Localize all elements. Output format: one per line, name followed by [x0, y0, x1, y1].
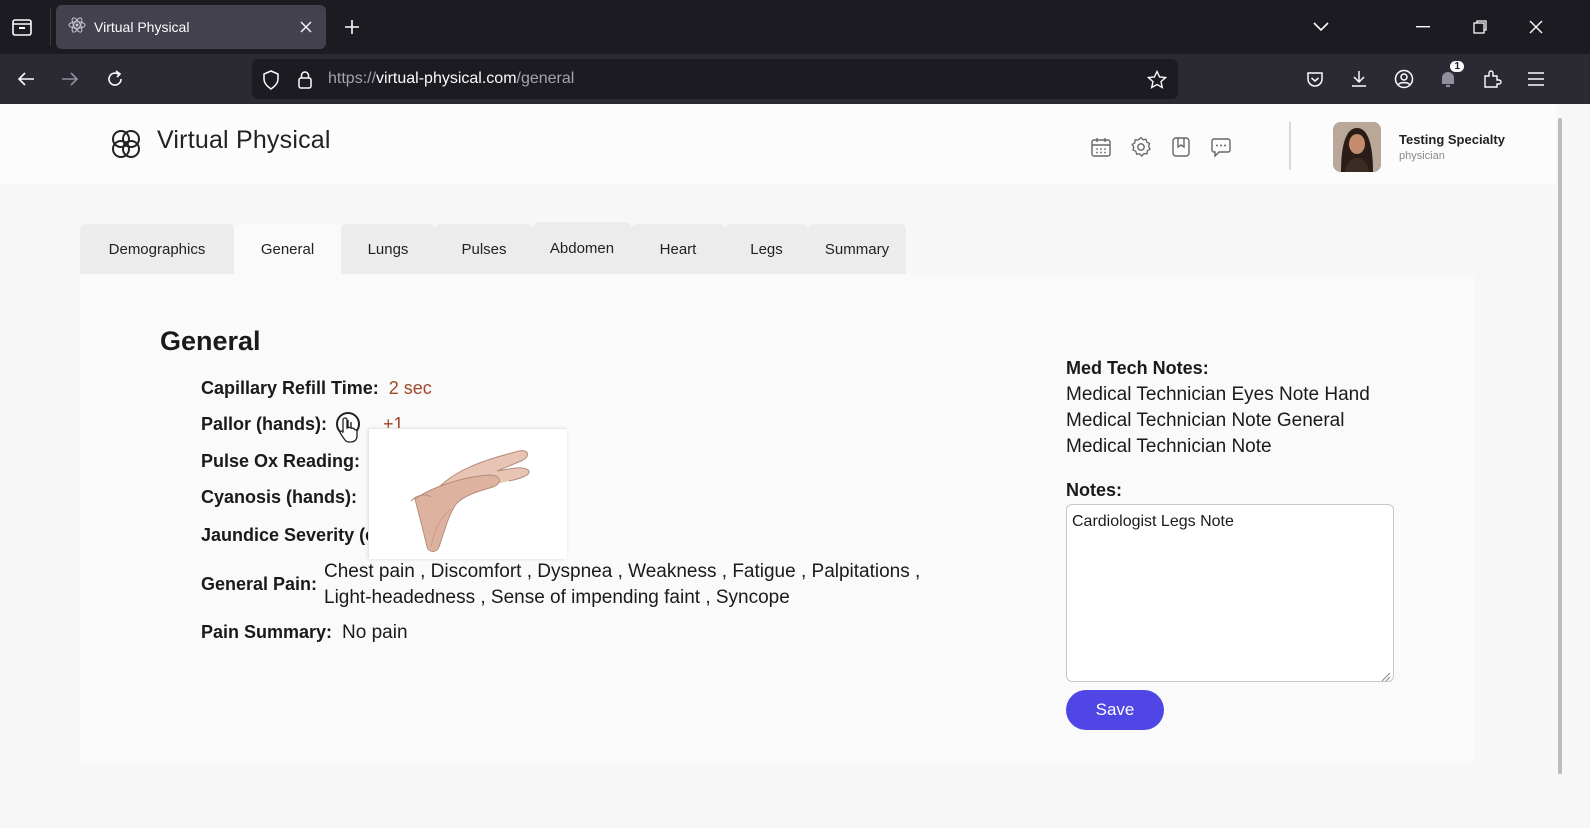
tab-demographics[interactable]: Demographics [80, 224, 234, 274]
hand-image-popup [368, 428, 567, 559]
new-tab-icon[interactable] [340, 15, 364, 39]
tab-lungs[interactable]: Lungs [341, 224, 435, 274]
user-name[interactable]: Testing Specialty [1399, 132, 1505, 147]
med-tech-note-1: Medical Technician Eyes Note Hand [1066, 384, 1370, 405]
notification-badge: 1 [1450, 61, 1464, 72]
close-window-icon[interactable] [1523, 14, 1549, 40]
tab-pulses[interactable]: Pulses [435, 224, 533, 274]
browser-tab[interactable]: Virtual Physical [56, 5, 326, 49]
shield-icon[interactable] [260, 69, 282, 91]
browser-tab-title: Virtual Physical [94, 19, 190, 35]
general-pain-line-1: Chest pain , Discomfort , Dyspnea , Weak… [324, 561, 921, 582]
menu-icon[interactable] [1522, 65, 1550, 93]
chat-icon[interactable] [1208, 134, 1234, 160]
account-icon[interactable] [1390, 65, 1418, 93]
capillary-refill-label: Capillary Refill Time: [201, 378, 379, 398]
notes-text: Cardiologist Legs Note [1072, 513, 1234, 530]
med-tech-note-2: Medical Technician Note General [1066, 410, 1345, 431]
jaundice-row: Jaundice Severity (e [201, 525, 375, 546]
react-logo-icon [68, 16, 86, 38]
calendar-icon[interactable] [1088, 134, 1114, 160]
general-panel: General Capillary Refill Time: 2 sec Pall… [80, 274, 1474, 764]
url-text[interactable]: https://virtual-physical.com/general [328, 70, 574, 88]
tab-heart[interactable]: Heart [631, 224, 725, 274]
hand-cursor-icon [338, 416, 360, 444]
app-header: Virtual Physical Testing Specialty physi… [0, 104, 1556, 184]
tab-summary[interactable]: Summary [808, 224, 906, 274]
url-bar[interactable]: https://virtual-physical.com/general [252, 59, 1178, 99]
pulse-ox-label: Pulse Ox Reading: [201, 451, 361, 471]
url-protocol: https:// [328, 70, 377, 87]
tab-list-icon[interactable] [8, 13, 36, 41]
general-pain-line-2: Light-headedness , Sense of impending fa… [324, 587, 790, 608]
pain-summary-label: Pain Summary: [201, 622, 333, 642]
extension-notification-icon[interactable]: 1 [1434, 61, 1464, 93]
lock-icon[interactable] [294, 69, 316, 91]
browser-nav-bar: https://virtual-physical.com/general 1 [0, 54, 1590, 104]
jaundice-label: Jaundice Severity (e [201, 525, 376, 545]
avatar[interactable] [1333, 122, 1381, 172]
capillary-refill-row: Capillary Refill Time: 2 sec [201, 378, 432, 399]
hand-illustration [369, 429, 567, 559]
back-icon[interactable] [12, 65, 40, 93]
downloads-icon[interactable] [1345, 65, 1373, 93]
resize-handle-icon[interactable] [1381, 669, 1391, 682]
cyanosis-label: Cyanosis (hands): [201, 487, 358, 507]
close-tab-icon[interactable] [296, 17, 316, 37]
extensions-icon[interactable] [1478, 65, 1506, 93]
general-pain-row: General Pain: [201, 574, 317, 595]
list-all-tabs-icon[interactable] [1308, 14, 1334, 40]
pain-summary-value: No pain [342, 622, 408, 643]
tab-legs[interactable]: Legs [725, 224, 808, 274]
notes-textarea[interactable]: Cardiologist Legs Note [1066, 504, 1394, 682]
settings-gear-icon[interactable] [1128, 134, 1154, 160]
pallor-label: Pallor (hands): [201, 414, 328, 434]
tab-bar-divider [50, 8, 51, 46]
notes-title: Notes: [1066, 480, 1123, 500]
browser-tab-bar: Virtual Physical [0, 0, 1590, 54]
pulse-ox-row: Pulse Ox Reading: [201, 451, 360, 472]
save-button[interactable]: Save [1066, 690, 1164, 730]
restore-icon[interactable] [1467, 14, 1493, 40]
page-scrollbar[interactable] [1558, 118, 1562, 774]
bookmark-star-icon[interactable] [1146, 69, 1168, 91]
url-domain: virtual-physical.com [376, 70, 517, 87]
section-title: General [160, 326, 261, 356]
cyanosis-row: Cyanosis (hands): [201, 487, 357, 508]
brand-name[interactable]: Virtual Physical [157, 126, 331, 155]
med-tech-notes-title: Med Tech Notes: [1066, 358, 1209, 378]
header-divider [1289, 122, 1291, 170]
reload-icon[interactable] [101, 65, 129, 93]
tab-abdomen[interactable]: Abdomen [533, 222, 631, 274]
pocket-icon[interactable] [1301, 65, 1329, 93]
general-pain-label: General Pain: [201, 574, 318, 594]
tab-general[interactable]: General [234, 224, 341, 274]
general-pain-value: Chest pain , Discomfort , Dyspnea , Weak… [324, 559, 924, 611]
bookmark-icon[interactable] [1168, 134, 1194, 160]
minimize-icon[interactable] [1410, 14, 1436, 40]
brand-logo-icon[interactable] [108, 126, 144, 162]
pain-summary-row: Pain Summary: No pain [201, 622, 408, 644]
user-role: physician [1399, 150, 1445, 162]
url-path: /general [516, 70, 575, 87]
capillary-refill-value: 2 sec [388, 378, 432, 398]
med-tech-note-3: Medical Technician Note [1066, 436, 1272, 457]
forward-icon[interactable] [56, 65, 84, 93]
